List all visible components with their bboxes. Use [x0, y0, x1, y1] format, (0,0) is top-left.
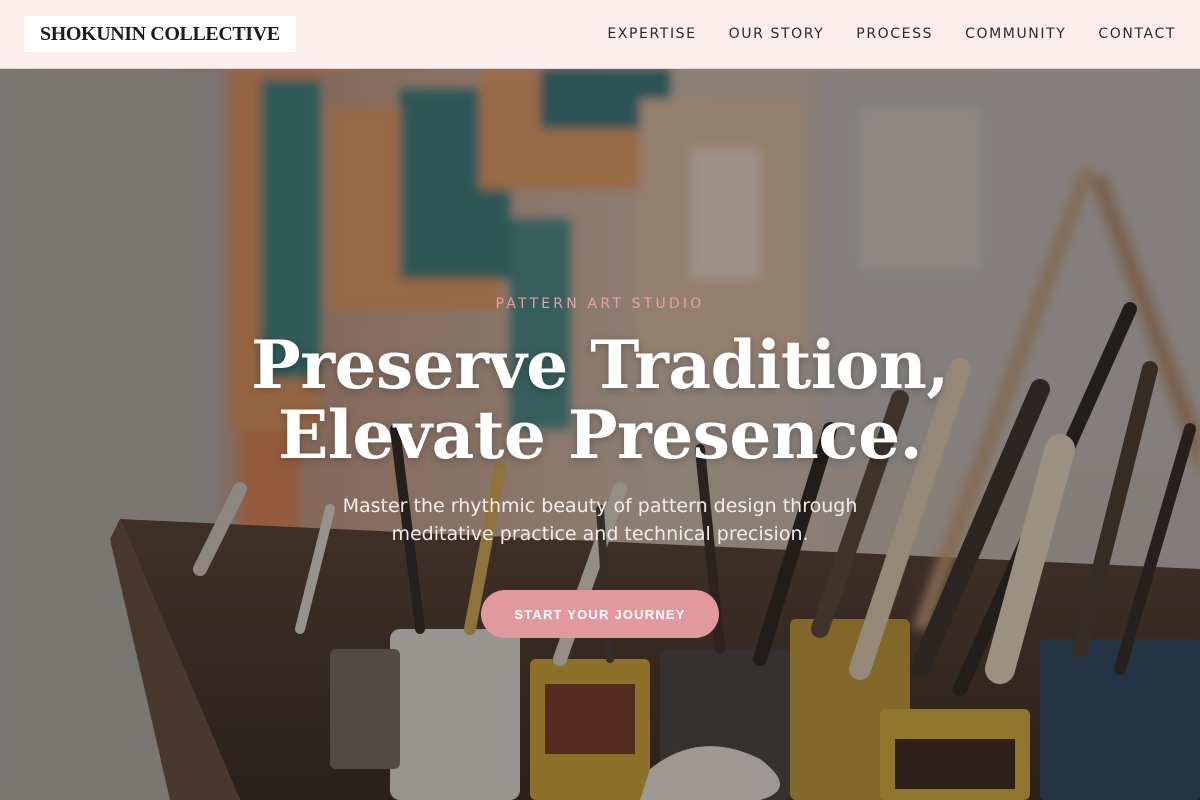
hero-subtext: Master the rhythmic beauty of pattern de…	[342, 495, 858, 545]
nav-link-contact[interactable]: CONTACT	[1098, 26, 1176, 42]
hero-section: PATTERN ART STUDIO Preserve Tradition, E…	[0, 69, 1200, 800]
main-nav: EXPERTISE OUR STORY PROCESS COMMUNITY CO…	[607, 26, 1176, 42]
nav-link-expertise[interactable]: EXPERTISE	[607, 26, 696, 42]
nav-link-process[interactable]: PROCESS	[856, 26, 933, 42]
start-journey-button[interactable]: START YOUR JOURNEY	[481, 590, 719, 638]
hero-headline-line-1: Preserve Tradition,	[251, 326, 949, 404]
hero-headline: Preserve Tradition, Elevate Presence.	[251, 330, 949, 470]
hero-content: PATTERN ART STUDIO Preserve Tradition, E…	[0, 69, 1200, 800]
hero-eyebrow: PATTERN ART STUDIO	[495, 296, 705, 312]
hero-headline-line-2: Elevate Presence.	[277, 396, 923, 474]
brand-logo[interactable]: SHOKUNIN COLLECTIVE	[24, 16, 296, 52]
nav-link-our-story[interactable]: OUR STORY	[729, 26, 825, 42]
site-header: SHOKUNIN COLLECTIVE EXPERTISE OUR STORY …	[0, 0, 1200, 69]
nav-link-community[interactable]: COMMUNITY	[965, 26, 1066, 42]
